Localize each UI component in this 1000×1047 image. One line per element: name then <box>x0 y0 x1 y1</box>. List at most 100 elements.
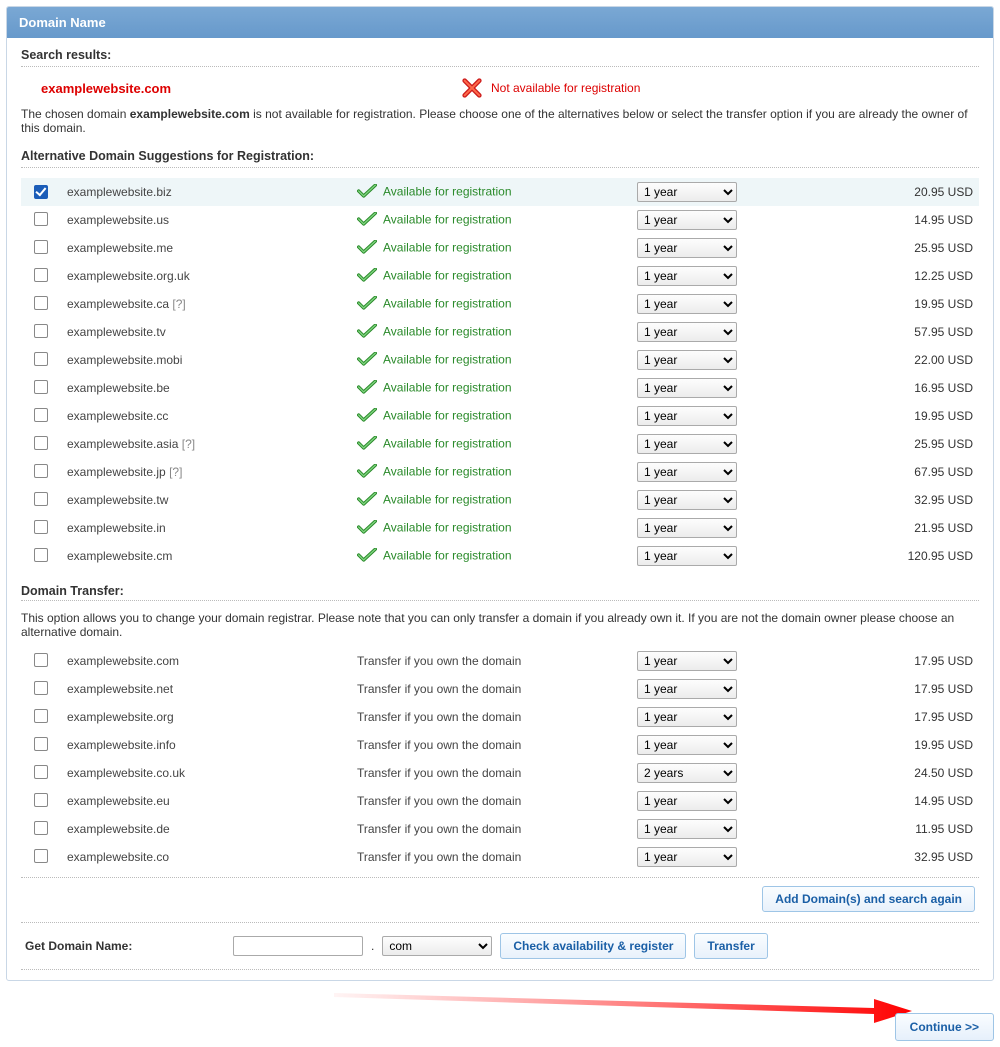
price: 32.95 USD <box>761 843 979 871</box>
price: 20.95 USD <box>761 178 979 206</box>
tld-select[interactable]: com <box>382 936 492 956</box>
select-checkbox[interactable] <box>34 737 48 751</box>
availability-text: Available for registration <box>383 324 512 338</box>
select-checkbox[interactable] <box>34 240 48 254</box>
price: 19.95 USD <box>761 402 979 430</box>
transfer-status-text: Transfer if you own the domain <box>351 675 631 703</box>
transfer-status-text: Transfer if you own the domain <box>351 731 631 759</box>
term-select[interactable]: 1 year <box>637 294 737 314</box>
info-hint[interactable]: [?] <box>169 465 182 479</box>
table-row: examplewebsite.deTransfer if you own the… <box>21 815 979 843</box>
check-icon <box>357 352 377 369</box>
select-checkbox[interactable] <box>34 548 48 562</box>
select-checkbox[interactable] <box>34 352 48 366</box>
price: 14.95 USD <box>761 787 979 815</box>
price: 25.95 USD <box>761 430 979 458</box>
domain-name: examplewebsite.me <box>67 241 173 255</box>
divider <box>21 600 979 601</box>
check-icon <box>357 548 377 565</box>
select-checkbox[interactable] <box>34 212 48 226</box>
select-checkbox[interactable] <box>34 765 48 779</box>
table-row: examplewebsite.euTransfer if you own the… <box>21 787 979 815</box>
domain-name: examplewebsite.co.uk <box>61 759 351 787</box>
select-checkbox[interactable] <box>34 408 48 422</box>
table-row: examplewebsite.twAvailable for registrat… <box>21 486 979 514</box>
term-select[interactable]: 1 year <box>637 819 737 839</box>
select-checkbox[interactable] <box>34 681 48 695</box>
domain-input[interactable] <box>233 936 363 956</box>
price: 120.95 USD <box>761 542 979 570</box>
get-domain-row: Get Domain Name: . com Check availabilit… <box>21 922 979 970</box>
term-select[interactable]: 1 year <box>637 490 737 510</box>
select-checkbox[interactable] <box>34 821 48 835</box>
transfer-button[interactable]: Transfer <box>694 933 767 959</box>
table-row: examplewebsite.beAvailable for registrat… <box>21 374 979 402</box>
term-select[interactable]: 1 year <box>637 518 737 538</box>
price: 57.95 USD <box>761 318 979 346</box>
term-select[interactable]: 1 year <box>637 266 737 286</box>
search-results-label: Search results: <box>21 48 979 62</box>
term-select[interactable]: 1 year <box>637 210 737 230</box>
select-checkbox[interactable] <box>34 296 48 310</box>
select-checkbox[interactable] <box>34 185 48 199</box>
select-checkbox[interactable] <box>34 464 48 478</box>
term-select[interactable]: 1 year <box>637 791 737 811</box>
price: 21.95 USD <box>761 514 979 542</box>
table-row: examplewebsite.meAvailable for registrat… <box>21 234 979 262</box>
panel-title: Domain Name <box>7 7 993 38</box>
select-checkbox[interactable] <box>34 849 48 863</box>
check-icon <box>357 408 377 425</box>
term-select[interactable]: 1 year <box>637 378 737 398</box>
term-select[interactable]: 2 years <box>637 763 737 783</box>
availability-text: Available for registration <box>383 408 512 422</box>
select-checkbox[interactable] <box>34 492 48 506</box>
table-row: examplewebsite.ccAvailable for registrat… <box>21 402 979 430</box>
select-checkbox[interactable] <box>34 324 48 338</box>
price: 16.95 USD <box>761 374 979 402</box>
transfer-status-text: Transfer if you own the domain <box>351 843 631 871</box>
check-icon <box>357 268 377 285</box>
term-select[interactable]: 1 year <box>637 651 737 671</box>
select-checkbox[interactable] <box>34 709 48 723</box>
table-row: examplewebsite.co.ukTransfer if you own … <box>21 759 979 787</box>
check-icon <box>357 240 377 257</box>
info-hint[interactable]: [?] <box>182 437 195 451</box>
term-select[interactable]: 1 year <box>637 847 737 867</box>
check-icon <box>357 212 377 229</box>
term-select[interactable]: 1 year <box>637 238 737 258</box>
transfer-heading: Domain Transfer: <box>21 584 979 598</box>
term-select[interactable]: 1 year <box>637 707 737 727</box>
term-select[interactable]: 1 year <box>637 434 737 454</box>
add-domains-button[interactable]: Add Domain(s) and search again <box>762 886 975 912</box>
table-row: examplewebsite.ca [?]Available for regis… <box>21 290 979 318</box>
term-select[interactable]: 1 year <box>637 350 737 370</box>
price: 25.95 USD <box>761 234 979 262</box>
term-select[interactable]: 1 year <box>637 406 737 426</box>
check-availability-button[interactable]: Check availability & register <box>500 933 686 959</box>
info-hint[interactable]: [?] <box>172 297 185 311</box>
term-select[interactable]: 1 year <box>637 679 737 699</box>
price: 17.95 USD <box>761 647 979 675</box>
select-checkbox[interactable] <box>34 793 48 807</box>
select-checkbox[interactable] <box>34 380 48 394</box>
price: 32.95 USD <box>761 486 979 514</box>
not-available-text: Not available for registration <box>491 81 640 95</box>
select-checkbox[interactable] <box>34 653 48 667</box>
domain-name: examplewebsite.in <box>67 521 166 535</box>
term-select[interactable]: 1 year <box>637 322 737 342</box>
select-checkbox[interactable] <box>34 520 48 534</box>
searched-domain: examplewebsite.com <box>21 81 461 96</box>
term-select[interactable]: 1 year <box>637 462 737 482</box>
domain-panel: Domain Name Search results: examplewebsi… <box>6 6 994 981</box>
term-select[interactable]: 1 year <box>637 546 737 566</box>
term-select[interactable]: 1 year <box>637 735 737 755</box>
divider <box>21 167 979 168</box>
select-checkbox[interactable] <box>34 268 48 282</box>
domain-name: examplewebsite.tv <box>67 325 166 339</box>
term-select[interactable]: 1 year <box>637 182 737 202</box>
price: 12.25 USD <box>761 262 979 290</box>
select-checkbox[interactable] <box>34 436 48 450</box>
continue-button[interactable]: Continue >> <box>895 1013 994 1041</box>
availability-text: Available for registration <box>383 212 512 226</box>
domain-name: examplewebsite.eu <box>61 787 351 815</box>
